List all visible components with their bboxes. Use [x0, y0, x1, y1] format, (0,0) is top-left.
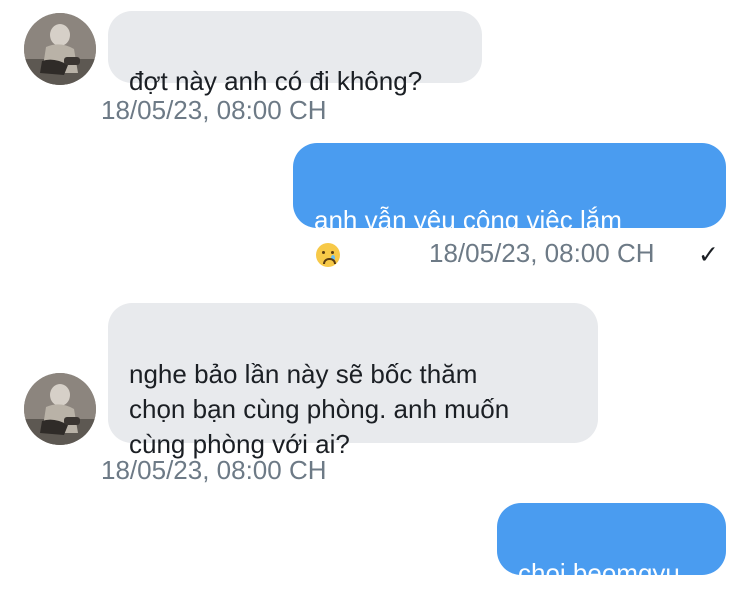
message-timestamp: 18/05/23, 08:00 CH — [101, 95, 327, 125]
message-bubble[interactable]: anh vẫn yêu công việc lắm — [293, 143, 726, 267]
face-holding-back-tears-icon — [316, 243, 340, 267]
message-text: anh vẫn yêu công việc lắm — [314, 205, 622, 235]
message-bubble[interactable]: choi beomgyu — [497, 503, 726, 588]
message-timestamp: 18/05/23, 08:00 CH — [429, 238, 655, 268]
message-bubble[interactable]: đợt này anh có đi không? — [108, 11, 482, 96]
avatar[interactable] — [24, 373, 96, 445]
message-text: choi beomgyu — [518, 558, 680, 588]
avatar[interactable] — [24, 13, 96, 85]
message-bubble[interactable]: nghe bảo lần này sẽ bốc thăm chọn bạn cù… — [108, 303, 598, 459]
message-text: nghe bảo lần này sẽ bốc thăm chọn bạn cù… — [129, 359, 510, 459]
message-timestamp: 18/05/23, 08:00 CH — [101, 455, 327, 485]
message-text: đợt này anh có đi không? — [129, 66, 423, 96]
read-receipt-check-icon: ✓ — [698, 241, 719, 269]
